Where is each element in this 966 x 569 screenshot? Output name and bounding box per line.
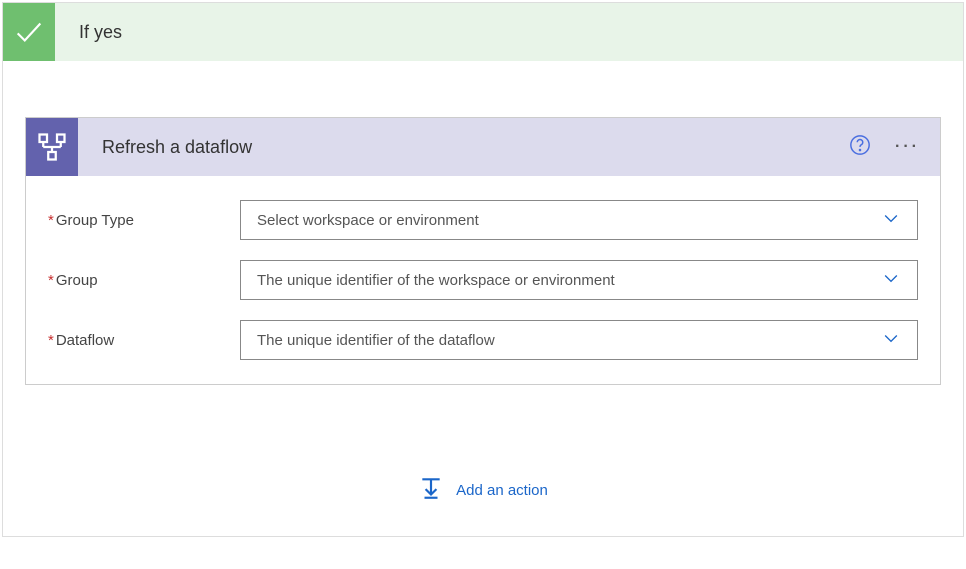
label-group: *Group [48, 272, 240, 289]
action-title: Refresh a dataflow [78, 137, 849, 158]
chevron-down-icon [881, 268, 901, 293]
dataflow-icon-box [26, 118, 78, 176]
select-dataflow[interactable]: The unique identifier of the dataflow [240, 320, 918, 360]
placeholder-dataflow: The unique identifier of the dataflow [257, 332, 495, 349]
action-header[interactable]: Refresh a dataflow ··· [26, 118, 940, 176]
help-icon[interactable] [849, 134, 871, 161]
add-action-label: Add an action [456, 482, 548, 499]
action-card: Refresh a dataflow ··· *Group Type [25, 117, 941, 385]
placeholder-group: The unique identifier of the workspace o… [257, 272, 615, 289]
select-group-type[interactable]: Select workspace or environment [240, 200, 918, 240]
form-body: *Group Type Select workspace or environm… [26, 176, 940, 384]
required-marker: * [48, 272, 54, 289]
placeholder-group-type: Select workspace or environment [257, 212, 479, 229]
label-group-type: *Group Type [48, 212, 240, 229]
required-marker: * [48, 332, 54, 349]
label-dataflow: *Dataflow [48, 332, 240, 349]
dataflow-icon [37, 132, 67, 162]
checkmark-icon [12, 15, 46, 49]
chevron-down-icon [881, 208, 901, 233]
condition-body: Refresh a dataflow ··· *Group Type [3, 61, 963, 536]
required-marker: * [48, 212, 54, 229]
condition-title: If yes [55, 22, 122, 43]
add-action-icon [418, 475, 444, 506]
select-group[interactable]: The unique identifier of the workspace o… [240, 260, 918, 300]
condition-header[interactable]: If yes [3, 3, 963, 61]
add-action-button[interactable]: Add an action [25, 475, 941, 506]
field-dataflow: *Dataflow The unique identifier of the d… [48, 310, 918, 370]
if-yes-container: If yes Refresh a dataflow [2, 2, 964, 537]
checkmark-icon-box [3, 3, 55, 61]
chevron-down-icon [881, 328, 901, 353]
more-icon[interactable]: ··· [895, 138, 920, 156]
field-group-type: *Group Type Select workspace or environm… [48, 190, 918, 250]
field-group: *Group The unique identifier of the work… [48, 250, 918, 310]
